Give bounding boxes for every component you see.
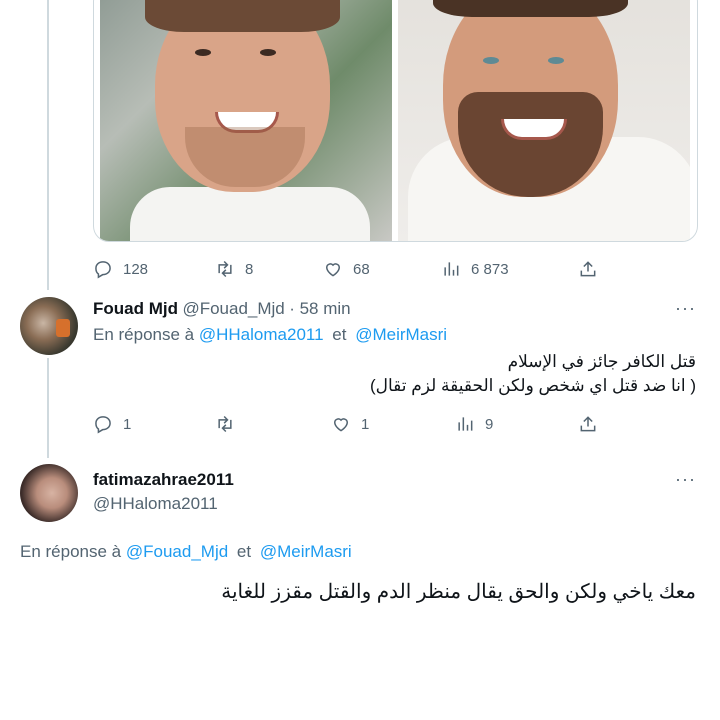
share-icon bbox=[580, 416, 596, 432]
tweet-actions: 1 1 9 bbox=[93, 413, 613, 435]
mention-link[interactable]: @Fouad_Mjd bbox=[126, 542, 228, 561]
like-count: 1 bbox=[361, 415, 370, 433]
mention-link[interactable]: @HHaloma2011 bbox=[199, 325, 324, 344]
retweet-icon bbox=[218, 415, 232, 433]
like-icon bbox=[325, 263, 341, 277]
display-name[interactable]: fatimazahrae2011 bbox=[93, 470, 234, 490]
retweet-icon bbox=[218, 260, 232, 278]
tweet-text-line: ( انا ضد قتل اي شخص ولكن الحقيقة لزم تقا… bbox=[369, 376, 696, 395]
like-button[interactable]: 68 bbox=[323, 258, 370, 280]
retweet-button[interactable] bbox=[215, 413, 235, 435]
like-icon bbox=[333, 418, 349, 432]
photo-left[interactable] bbox=[100, 0, 392, 241]
views-button[interactable]: 9 bbox=[455, 413, 493, 435]
tweet-text: قتل الكافر جائز في الإسلام ( انا ضد قتل … bbox=[93, 350, 696, 398]
reply-count: 1 bbox=[123, 415, 132, 433]
mention-link[interactable]: @MeirMasri bbox=[260, 542, 352, 561]
views-count: 6 873 bbox=[471, 260, 509, 278]
share-button[interactable] bbox=[578, 258, 598, 280]
reply-and: et bbox=[332, 325, 347, 344]
reply-context: En réponse à @HHaloma2011 et @MeirMasri bbox=[93, 325, 447, 345]
avatar[interactable] bbox=[20, 297, 78, 355]
tweet-actions: 128 8 68 6 873 bbox=[93, 258, 613, 280]
thread-line bbox=[47, 0, 49, 290]
reply-context: En réponse à @Fouad_Mjd et @MeirMasri bbox=[20, 542, 352, 562]
reply-button[interactable]: 1 bbox=[93, 413, 131, 435]
share-button[interactable] bbox=[578, 413, 598, 435]
reply-icon bbox=[95, 261, 111, 279]
reply-button[interactable]: 128 bbox=[93, 258, 148, 280]
retweet-count: 8 bbox=[245, 260, 254, 278]
thread-line bbox=[47, 358, 49, 458]
tweet-header: Fouad Mjd @Fouad_Mjd · 58 min bbox=[93, 299, 351, 319]
photo-right[interactable] bbox=[398, 0, 690, 241]
more-options-button[interactable]: ··· bbox=[675, 298, 696, 319]
more-options-button[interactable]: ··· bbox=[675, 469, 696, 490]
timestamp[interactable]: · 58 min bbox=[289, 299, 350, 318]
views-icon bbox=[458, 417, 473, 431]
share-icon bbox=[580, 261, 596, 277]
reply-and: et bbox=[236, 542, 252, 561]
avatar[interactable] bbox=[20, 464, 78, 522]
reply-count: 128 bbox=[123, 260, 149, 278]
reply-prefix: En réponse à bbox=[93, 325, 195, 344]
tweet-text: معك ياخي ولكن والحق يقال منظر الدم والقت… bbox=[221, 581, 696, 603]
retweet-button[interactable]: 8 bbox=[215, 258, 253, 280]
tweet-media[interactable] bbox=[93, 0, 698, 242]
like-count: 68 bbox=[353, 260, 370, 278]
views-count: 9 bbox=[485, 415, 494, 433]
reply-icon bbox=[95, 416, 111, 434]
mention-link[interactable]: @MeirMasri bbox=[355, 325, 447, 344]
reply-prefix: En réponse à bbox=[20, 542, 122, 561]
display-name[interactable]: Fouad Mjd bbox=[93, 299, 178, 318]
like-button[interactable]: 1 bbox=[331, 413, 369, 435]
user-handle[interactable]: @HHaloma2011 bbox=[93, 494, 218, 514]
tweet-text-line: قتل الكافر جائز في الإسلام bbox=[507, 352, 696, 371]
views-icon bbox=[444, 262, 459, 276]
user-handle[interactable]: @Fouad_Mjd bbox=[182, 299, 284, 318]
views-button[interactable]: 6 873 bbox=[441, 258, 509, 280]
